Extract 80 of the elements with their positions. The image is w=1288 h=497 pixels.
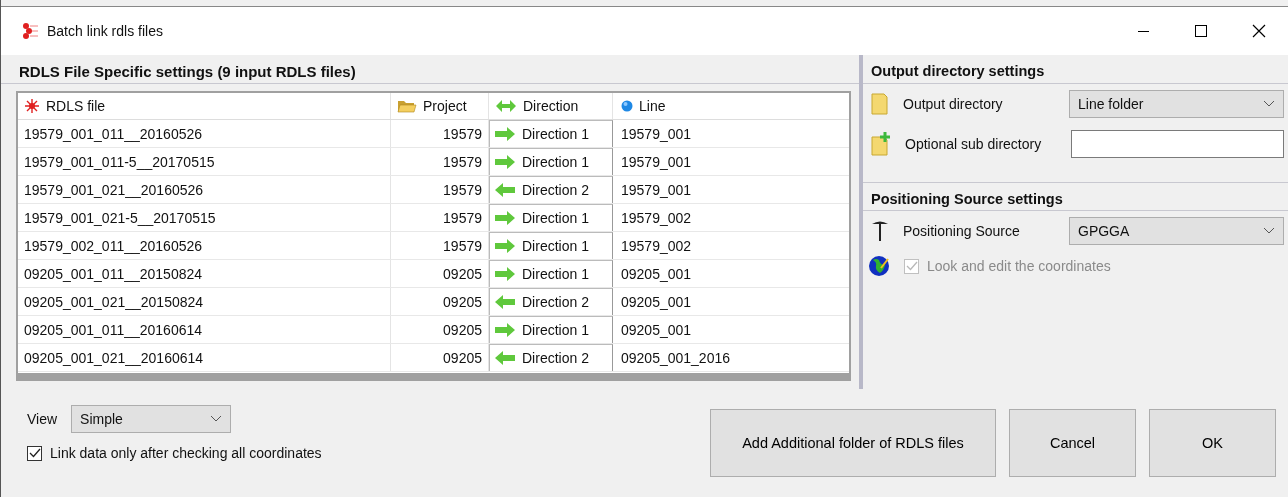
table-cell: 19579 bbox=[391, 176, 489, 203]
direction-cell[interactable]: Direction 1 bbox=[489, 204, 613, 231]
sub-directory-field[interactable] bbox=[1071, 130, 1284, 158]
table-cell: 19579_001_021__20160526 bbox=[18, 176, 391, 203]
field-label: Output directory bbox=[902, 96, 1004, 112]
right-arrow-icon bbox=[494, 267, 516, 281]
left-arrow-icon bbox=[494, 351, 516, 365]
direction-cell[interactable]: Direction 1 bbox=[489, 120, 613, 147]
table-cell-text: 19579_001 bbox=[620, 124, 693, 144]
table-cell-text: 09205_001_2016 bbox=[620, 348, 731, 368]
star-burst-icon bbox=[24, 98, 40, 114]
folder-icon bbox=[397, 99, 417, 113]
table-cell: 19579 bbox=[391, 232, 489, 259]
table-cell: 09205 bbox=[391, 288, 489, 315]
section-header: RDLS File Specific settings (9 input RDLS files) bbox=[1, 55, 859, 84]
column-header[interactable]: Line bbox=[639, 98, 666, 114]
table-cell: 09205 bbox=[391, 260, 489, 287]
direction-cell[interactable]: Direction 2 bbox=[489, 288, 613, 315]
app-icon bbox=[21, 22, 39, 40]
direction-cell[interactable]: Direction 2 bbox=[489, 344, 613, 371]
direction-cell[interactable]: Direction 1 bbox=[489, 260, 613, 287]
table-cell-text: 19579_002 bbox=[620, 236, 693, 256]
globe-icon bbox=[868, 255, 890, 277]
table-cell-text: 09205_001 bbox=[620, 292, 693, 312]
folder-plus-icon bbox=[871, 132, 891, 156]
table-cell-text: 09205_001 bbox=[620, 320, 693, 340]
checkbox[interactable] bbox=[27, 445, 42, 461]
table-cell: 19579_002_011__20160526 bbox=[18, 232, 391, 259]
dialog-button[interactable]: OK bbox=[1149, 409, 1276, 477]
table-cell: 09205_001_021__20160614 bbox=[18, 344, 391, 371]
dialog-button[interactable]: Cancel bbox=[1009, 409, 1136, 477]
table-cell: 19579_001_021-5__20170515 bbox=[18, 204, 391, 231]
column-header[interactable]: RDLS file bbox=[46, 98, 106, 114]
section-header: Output directory settings bbox=[863, 55, 1288, 84]
right-arrow-icon bbox=[494, 323, 516, 337]
left-arrow-icon bbox=[494, 295, 516, 309]
chevron-down-icon bbox=[210, 415, 223, 423]
table-cell-text: 19579_001 bbox=[620, 152, 693, 172]
folder-icon bbox=[871, 93, 889, 115]
right-arrow-icon bbox=[494, 127, 516, 141]
antenna-icon bbox=[871, 220, 889, 242]
field-label: Positioning Source bbox=[902, 223, 1021, 239]
direction-cell[interactable]: Direction 1 bbox=[489, 232, 613, 259]
window-title: Batch link rdls files bbox=[47, 23, 163, 39]
table-cell: 19579_001_011__20160526 bbox=[18, 120, 391, 147]
view-label: View bbox=[27, 411, 58, 427]
section-header: Positioning Source settings bbox=[863, 182, 1288, 211]
column-header[interactable]: Direction bbox=[523, 98, 579, 114]
direction-cell[interactable]: Direction 1 bbox=[489, 316, 613, 343]
table-cell-text: 09205_001 bbox=[620, 264, 693, 284]
check-icon bbox=[905, 261, 918, 271]
table-cell: 09205_001_011__20160614 bbox=[18, 316, 391, 343]
output-directory-dropdown[interactable]: Line folder bbox=[1069, 90, 1284, 118]
table-cell: 19579_001_011-5__20170515 bbox=[18, 148, 391, 175]
table-cell: 09205 bbox=[391, 344, 489, 371]
right-arrow-icon bbox=[494, 211, 516, 225]
table-cell: 09205 bbox=[391, 316, 489, 343]
table-cell-text: 19579_002 bbox=[620, 208, 693, 228]
table-cell: 09205_001_021__20150824 bbox=[18, 288, 391, 315]
table-cell: 09205_001_011__20150824 bbox=[18, 260, 391, 287]
left-arrow-icon bbox=[494, 183, 516, 197]
table-cell: 19579 bbox=[391, 148, 489, 175]
dialog-button[interactable]: Add Additional folder of RDLS files bbox=[710, 409, 996, 477]
table-cell: 19579 bbox=[391, 120, 489, 147]
table-cell-text: 19579_001 bbox=[620, 180, 693, 200]
link-data-checkbox[interactable]: Link data only after checking all coordinates bbox=[27, 445, 322, 461]
field-label: Optional sub directory bbox=[904, 136, 1043, 152]
chevron-down-icon bbox=[1263, 100, 1275, 108]
check-icon bbox=[28, 448, 41, 458]
direction-cell[interactable]: Direction 2 bbox=[489, 176, 613, 203]
dot-icon bbox=[621, 100, 633, 112]
double-arrow-icon bbox=[495, 99, 517, 113]
direction-cell[interactable]: Direction 1 bbox=[489, 148, 613, 175]
column-header[interactable]: Project bbox=[423, 98, 467, 114]
table-cell: 19579 bbox=[391, 204, 489, 231]
right-arrow-icon bbox=[494, 239, 516, 253]
chevron-down-icon bbox=[1263, 227, 1275, 235]
right-arrow-icon bbox=[494, 155, 516, 169]
view-dropdown[interactable]: Simple bbox=[71, 405, 232, 433]
positioning-source-dropdown[interactable]: GPGGA bbox=[1069, 217, 1284, 245]
